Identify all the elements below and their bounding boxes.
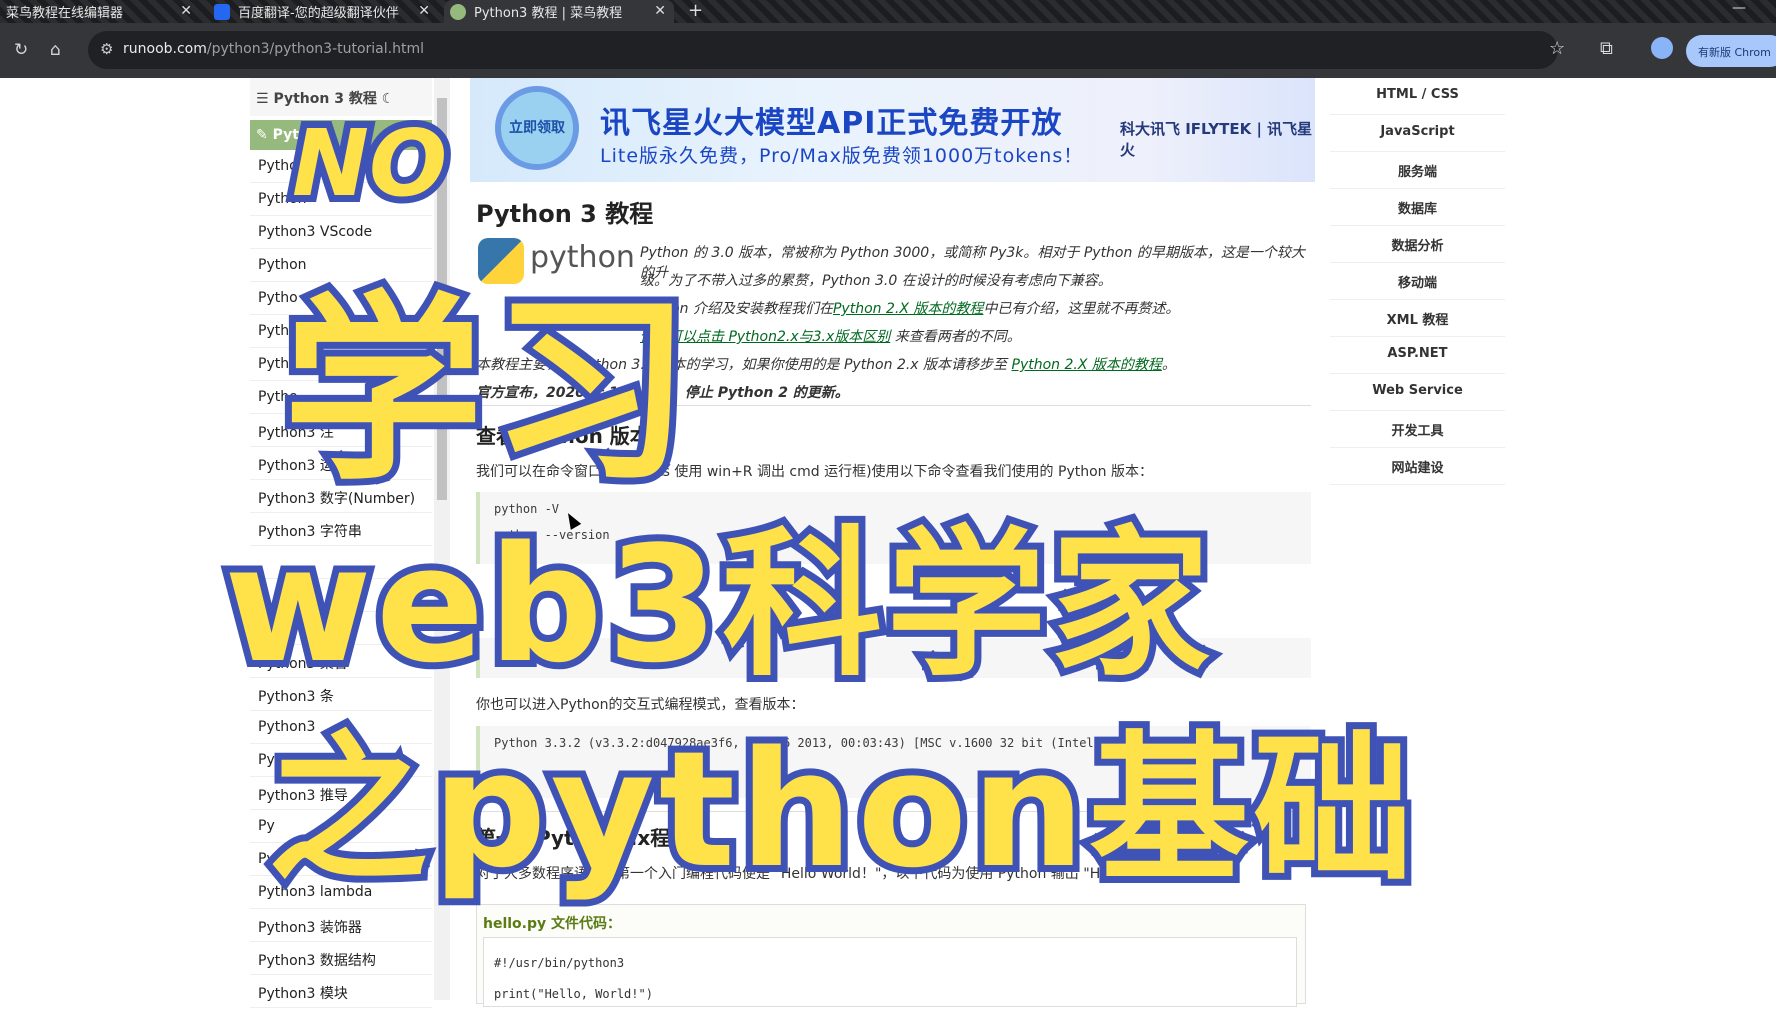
url-text: runoob.com/python3/python3-tutorial.html — [123, 41, 424, 57]
category-nav-item[interactable]: Web Service — [1330, 374, 1505, 411]
category-nav-item[interactable]: JavaScript — [1330, 115, 1505, 152]
banner-headline: 讯飞星火大模型API正式免费开放 — [600, 106, 1063, 141]
category-nav-item[interactable]: 服务端 — [1330, 152, 1505, 189]
category-nav: HTML / CSS JavaScript 服务端 数据库 数据分析 移动端 XML 教程 A… — [1330, 78, 1505, 485]
tab-runoob-editor[interactable]: 菜鸟教程在线编辑器 ✕ — [0, 0, 200, 23]
profile-avatar[interactable] — [1651, 37, 1673, 59]
close-icon[interactable]: ✕ — [418, 3, 430, 19]
category-nav-item[interactable]: 数据分析 — [1330, 226, 1505, 263]
category-nav-item[interactable]: HTML / CSS — [1330, 78, 1505, 115]
banner-brand: 科大讯飞 IFLYTEK | 讯飞星火 — [1120, 120, 1313, 159]
banner-seal: 立即领取 — [495, 86, 579, 170]
category-nav-item[interactable]: ASP.NET — [1330, 337, 1505, 374]
ad-banner[interactable]: 立即领取 讯飞星火大模型API正式免费开放 Lite版永久免费，Pro/Max版… — [470, 78, 1315, 182]
category-nav-item[interactable]: 开发工具 — [1330, 411, 1505, 448]
new-tab-button[interactable]: + — [688, 0, 703, 22]
category-nav-item[interactable]: XML 教程 — [1330, 300, 1505, 337]
overlay-no: NO — [285, 103, 454, 224]
intro-line: Python 介绍及安装教程我们在Python 2.X 版本的教程中已有介绍，这… — [640, 301, 1180, 317]
sidebar-item[interactable]: Python3 数据结构 — [250, 942, 432, 975]
python2-tutorial-link[interactable]: Python 2.X 版本的教程 — [1012, 357, 1162, 373]
category-nav-item[interactable]: 移动端 — [1330, 263, 1505, 300]
update-chrome-button[interactable]: 有新版 Chrom — [1686, 35, 1776, 67]
browser-toolbar: ↻ ⌂ ⚙ runoob.com/python3/python3-tutoria… — [0, 23, 1776, 78]
page-title: Python 3 教程 — [476, 200, 654, 228]
example-code: #!/usr/bin/python3 print("Hello, World!"… — [483, 937, 1297, 1007]
tab-bar: 菜鸟教程在线编辑器 ✕ 百度翻译-您的超级翻译伙伴 ✕ Python3 教程 |… — [0, 0, 1776, 23]
banner-subline: Lite版永久免费，Pro/Max版免费领1000万tokens！ — [600, 145, 1084, 167]
translate-icon — [214, 3, 230, 20]
example-title: hello.py 文件代码： — [483, 916, 622, 932]
tab-label: 百度翻译-您的超级翻译伙伴 — [238, 6, 399, 21]
sidebar-item[interactable]: Python3 模块 — [250, 975, 432, 1008]
example-box: hello.py 文件代码： #!/usr/bin/python3 print(… — [476, 904, 1306, 1007]
tab-label: Python3 教程 | 菜鸟教程 — [474, 6, 623, 21]
python2-tutorial-link[interactable]: Python 2.X 版本的教程 — [833, 301, 983, 317]
intro-line: 级。为了不带入过多的累赘，Python 3.0 在设计的时候没有考虑向下兼容。 — [640, 273, 1112, 289]
category-nav-item[interactable]: 数据库 — [1330, 189, 1505, 226]
minimize-icon[interactable]: — — [1732, 0, 1746, 16]
site-info-icon[interactable]: ⚙ — [100, 40, 113, 58]
extensions-icon[interactable]: ⧉ — [1600, 38, 1613, 59]
address-bar[interactable]: ⚙ runoob.com/python3/python3-tutorial.ht… — [88, 31, 1558, 69]
reload-icon[interactable]: ↻ — [14, 40, 28, 60]
sidebar-item[interactable]: Python3 装饰器 — [250, 909, 432, 942]
runoob-icon — [450, 3, 466, 20]
overlay-web3-scientist: web3科学家 — [217, 504, 1217, 705]
tab-python3-tutorial[interactable]: Python3 教程 | 菜鸟教程 ✕ — [444, 0, 674, 23]
overlay-python-basics: 之python基础 — [261, 709, 1420, 910]
close-icon[interactable]: ✕ — [180, 3, 192, 19]
close-icon[interactable]: ✕ — [654, 3, 666, 19]
tab-baidu-translate[interactable]: 百度翻译-您的超级翻译伙伴 ✕ — [208, 0, 438, 23]
bookmark-star-icon[interactable]: ☆ — [1549, 38, 1565, 59]
home-icon[interactable]: ⌂ — [50, 40, 61, 60]
tab-label: 菜鸟教程在线编辑器 — [6, 6, 124, 21]
category-nav-item[interactable]: 网站建设 — [1330, 448, 1505, 485]
